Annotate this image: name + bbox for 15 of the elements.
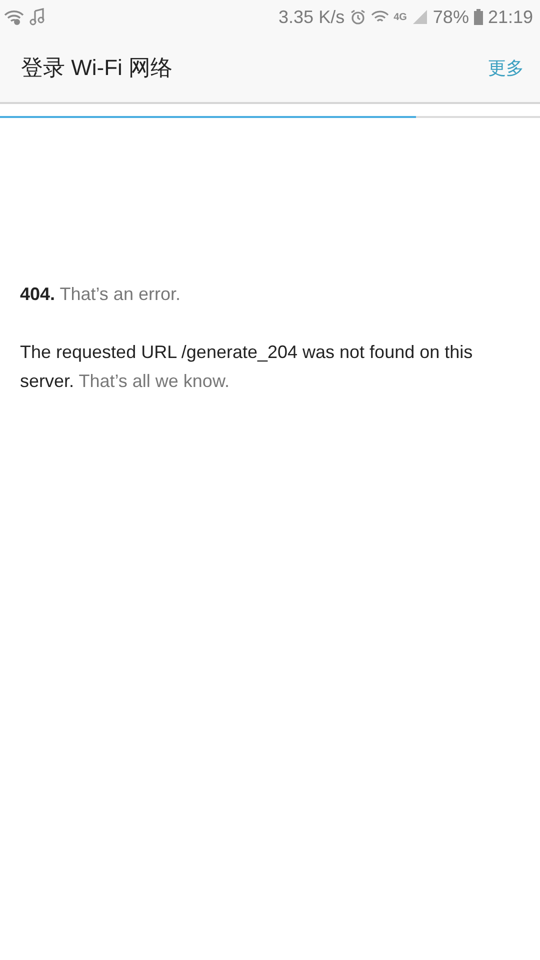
- music-note-icon: [29, 8, 45, 26]
- clock: 21:19: [488, 6, 533, 28]
- wifi-icon: [4, 9, 24, 25]
- error-paragraph: The requested URL /generate_204 was not found on this server. That’s all we know.: [20, 341, 474, 393]
- more-button[interactable]: 更多: [488, 56, 524, 80]
- error-code: 404.: [20, 284, 56, 304]
- battery-percent: 78%: [432, 6, 469, 28]
- alarm-icon: [350, 9, 366, 25]
- page-title: 登录 Wi-Fi 网络: [21, 54, 173, 82]
- network-speed: 3.35 K/s: [278, 6, 345, 28]
- signal-icon: [412, 9, 428, 25]
- network-type: 4G: [394, 12, 407, 22]
- battery-icon: [474, 9, 483, 25]
- error-message: That’s an error.: [60, 284, 180, 304]
- wifi-icon: [370, 10, 389, 24]
